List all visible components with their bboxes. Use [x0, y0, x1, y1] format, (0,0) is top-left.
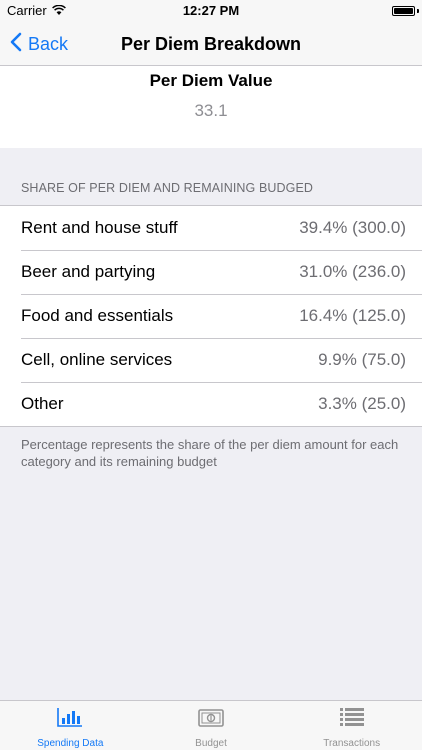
row-label: Cell, online services	[21, 350, 173, 369]
tab-label: Budget	[195, 738, 227, 749]
per-diem-title: Per Diem Value	[149, 71, 273, 90]
status-time: 12:27 PM	[182, 3, 240, 18]
banknote-icon	[198, 709, 224, 738]
navigation-bar: Back Per Diem Breakdown	[0, 22, 422, 66]
bar-chart-icon	[57, 707, 83, 738]
per-diem-value: 33.1	[194, 101, 228, 120]
row-label: Rent and house stuff	[21, 218, 178, 237]
section-header: SHARE OF PER DIEM AND REMAINING BUDGED	[21, 181, 314, 195]
row-label: Other	[21, 394, 64, 413]
tab-label: Spending Data	[37, 738, 104, 749]
list-icon	[339, 707, 365, 738]
table-row[interactable]: Food and essentials 16.4% (125.0)	[0, 294, 422, 338]
table-row[interactable]: Rent and house stuff 39.4% (300.0)	[0, 206, 422, 250]
tab-transactions[interactable]: Transactions	[281, 701, 422, 750]
table-row[interactable]: Cell, online services 9.9% (75.0)	[0, 338, 422, 382]
per-diem-summary: Per Diem Value 33.1	[0, 66, 422, 148]
section-footer-note: Percentage represents the share of the p…	[21, 437, 399, 469]
status-bar: Carrier 12:27 PM	[0, 0, 422, 22]
tab-label: Transactions	[323, 738, 381, 749]
row-value: 3.3% (25.0)	[318, 394, 406, 413]
tab-budget[interactable]: Budget	[141, 701, 282, 750]
row-value: 31.0% (236.0)	[299, 262, 406, 281]
row-label: Beer and partying	[21, 262, 156, 281]
row-label: Food and essentials	[21, 306, 174, 325]
category-table: Rent and house stuff 39.4% (300.0) Beer …	[0, 205, 422, 427]
table-row[interactable]: Beer and partying 31.0% (236.0)	[0, 250, 422, 294]
tab-bar: Spending Data Budget Transactions	[0, 700, 422, 750]
battery-icon	[392, 6, 415, 16]
row-value: 39.4% (300.0)	[299, 218, 406, 237]
row-value: 16.4% (125.0)	[299, 306, 406, 325]
tab-spending-data[interactable]: Spending Data	[0, 701, 141, 750]
table-row[interactable]: Other 3.3% (25.0)	[0, 382, 422, 426]
row-value: 9.9% (75.0)	[318, 350, 406, 369]
battery-tip	[417, 9, 419, 13]
page-title: Per Diem Breakdown	[120, 34, 302, 54]
